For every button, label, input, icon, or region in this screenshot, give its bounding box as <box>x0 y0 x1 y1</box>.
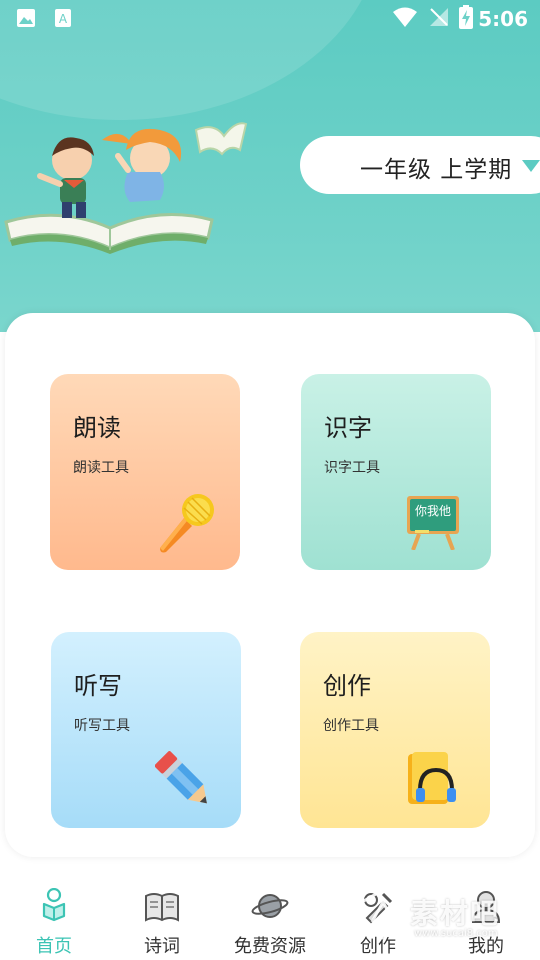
reading-tool-card[interactable]: 朗读 朗读工具 <box>50 374 240 570</box>
kids-reading-illustration <box>4 122 248 254</box>
tools-icon <box>364 892 393 924</box>
card-title: 创作 <box>323 672 371 700</box>
chalkboard-text: 你我他 <box>414 504 451 518</box>
creation-tool-card[interactable]: 创作 创作工具 <box>300 632 490 828</box>
card-subtitle: 朗读工具 <box>73 460 129 476</box>
nav-label: 首页 <box>36 936 72 957</box>
hero-banner: A 5:06 一年级 上学期 <box>0 0 540 332</box>
microphone-icon <box>160 494 214 553</box>
pencil-icon <box>155 751 207 804</box>
nav-item-home[interactable]: 首页 <box>0 876 108 960</box>
card-subtitle: 听写工具 <box>74 718 130 734</box>
nav-label: 诗词 <box>144 936 180 957</box>
image-icon <box>17 9 35 27</box>
nav-item-create[interactable]: 创作 <box>324 876 432 960</box>
card-title: 朗读 <box>73 414 121 442</box>
wifi-icon <box>393 7 417 27</box>
card-subtitle: 创作工具 <box>323 718 379 734</box>
book-icon <box>145 893 179 922</box>
nav-label: 我的 <box>468 936 504 957</box>
literacy-tool-card[interactable]: 识字 识字工具 你我他 <box>301 374 491 570</box>
planet-icon <box>251 894 289 918</box>
grade-selector-label: 一年级 上学期 <box>360 157 513 183</box>
no-signal-icon <box>430 8 448 26</box>
dropdown-triangle-icon <box>522 160 540 172</box>
status-time: 5:06 <box>478 7 528 31</box>
svg-text:A: A <box>59 12 68 26</box>
status-bar: A 5:06 <box>0 0 540 36</box>
card-title: 识字 <box>324 414 372 442</box>
nav-label: 创作 <box>360 936 396 957</box>
chalkboard-icon: 你我他 <box>405 494 461 550</box>
dictation-tool-card[interactable]: 听写 听写工具 <box>51 632 241 828</box>
user-icon <box>471 891 501 923</box>
nav-item-mine[interactable]: 我的 <box>432 876 540 960</box>
book-headphones-icon <box>408 752 456 804</box>
card-subtitle: 识字工具 <box>324 460 380 476</box>
bottom-navigation: 首页 诗词 免费资源 创作 我的 <box>0 876 540 960</box>
nav-item-free-resources[interactable]: 免费资源 <box>216 876 324 960</box>
nav-item-poetry[interactable]: 诗词 <box>108 876 216 960</box>
battery-charging-icon <box>459 5 473 29</box>
nav-label: 免费资源 <box>234 936 306 957</box>
card-title: 听写 <box>74 672 122 700</box>
home-reader-icon <box>42 888 66 922</box>
text-a-icon: A <box>55 9 71 27</box>
grade-selector[interactable]: 一年级 上学期 <box>300 136 540 194</box>
